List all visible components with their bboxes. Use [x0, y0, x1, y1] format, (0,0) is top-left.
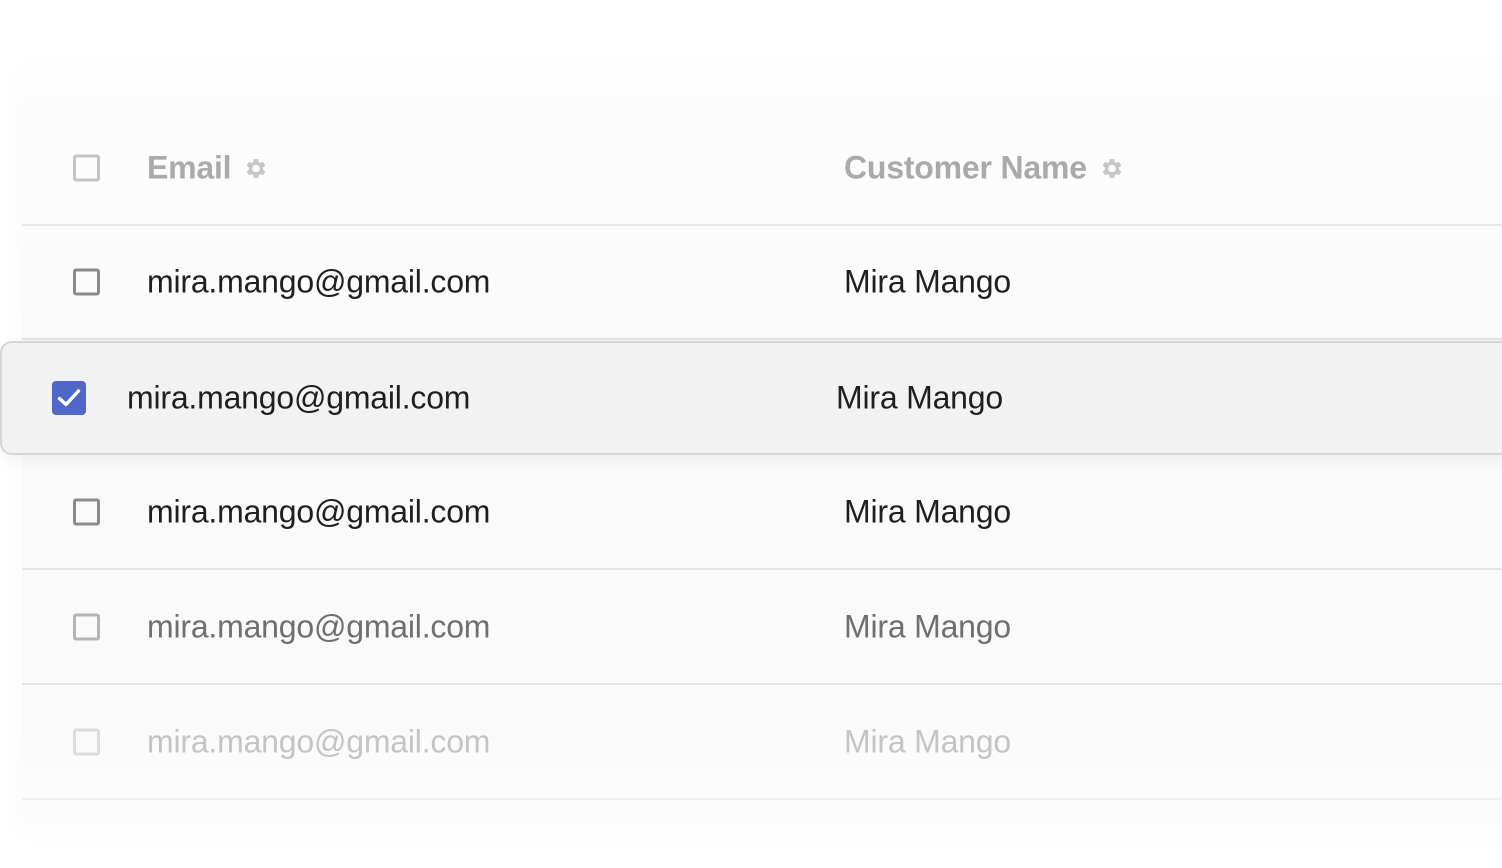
row-checkbox[interactable] [73, 268, 100, 296]
row-checkbox-checked[interactable] [52, 381, 86, 415]
table-row[interactable]: mira.mango@gmail.com Mira Mango [22, 226, 1502, 340]
table-row[interactable]: mira.mango@gmail.com Mira Mango [22, 456, 1502, 570]
table-row[interactable]: mira.mango@gmail.com Mira Mango [22, 571, 1502, 685]
row-checkbox[interactable] [73, 728, 100, 756]
row-checkbox[interactable] [73, 498, 100, 526]
email-cell: mira.mango@gmail.com [147, 493, 491, 530]
email-cell: mira.mango@gmail.com [147, 263, 491, 300]
email-cell: mira.mango@gmail.com [147, 608, 491, 645]
table-row[interactable]: mira.mango@gmail.com Mira Mango [22, 686, 1502, 800]
customer-name-cell: Mira Mango [844, 608, 1011, 645]
page: Email Customer Name mira.mango@gmail.com… [0, 0, 1502, 868]
email-column-header[interactable]: Email [147, 150, 269, 187]
table-row-selected[interactable]: mira.mango@gmail.com Mira Mango [0, 341, 1502, 455]
email-cell: mira.mango@gmail.com [147, 723, 491, 760]
table-header-row: Email Customer Name [22, 112, 1502, 226]
select-all-checkbox[interactable] [73, 154, 100, 182]
gear-icon[interactable] [1099, 155, 1125, 181]
customer-name-cell: Mira Mango [844, 263, 1011, 300]
customer-name-cell: Mira Mango [836, 379, 1003, 416]
customer-name-cell: Mira Mango [844, 723, 1011, 760]
customer-name-column-header[interactable]: Customer Name [844, 150, 1125, 187]
gear-icon[interactable] [243, 155, 269, 181]
email-cell: mira.mango@gmail.com [127, 379, 471, 416]
customer-name-column-label: Customer Name [844, 149, 1087, 186]
checkmark-icon [57, 389, 81, 407]
customer-name-cell: Mira Mango [844, 493, 1011, 530]
email-column-label: Email [147, 149, 232, 186]
row-checkbox[interactable] [73, 613, 100, 641]
